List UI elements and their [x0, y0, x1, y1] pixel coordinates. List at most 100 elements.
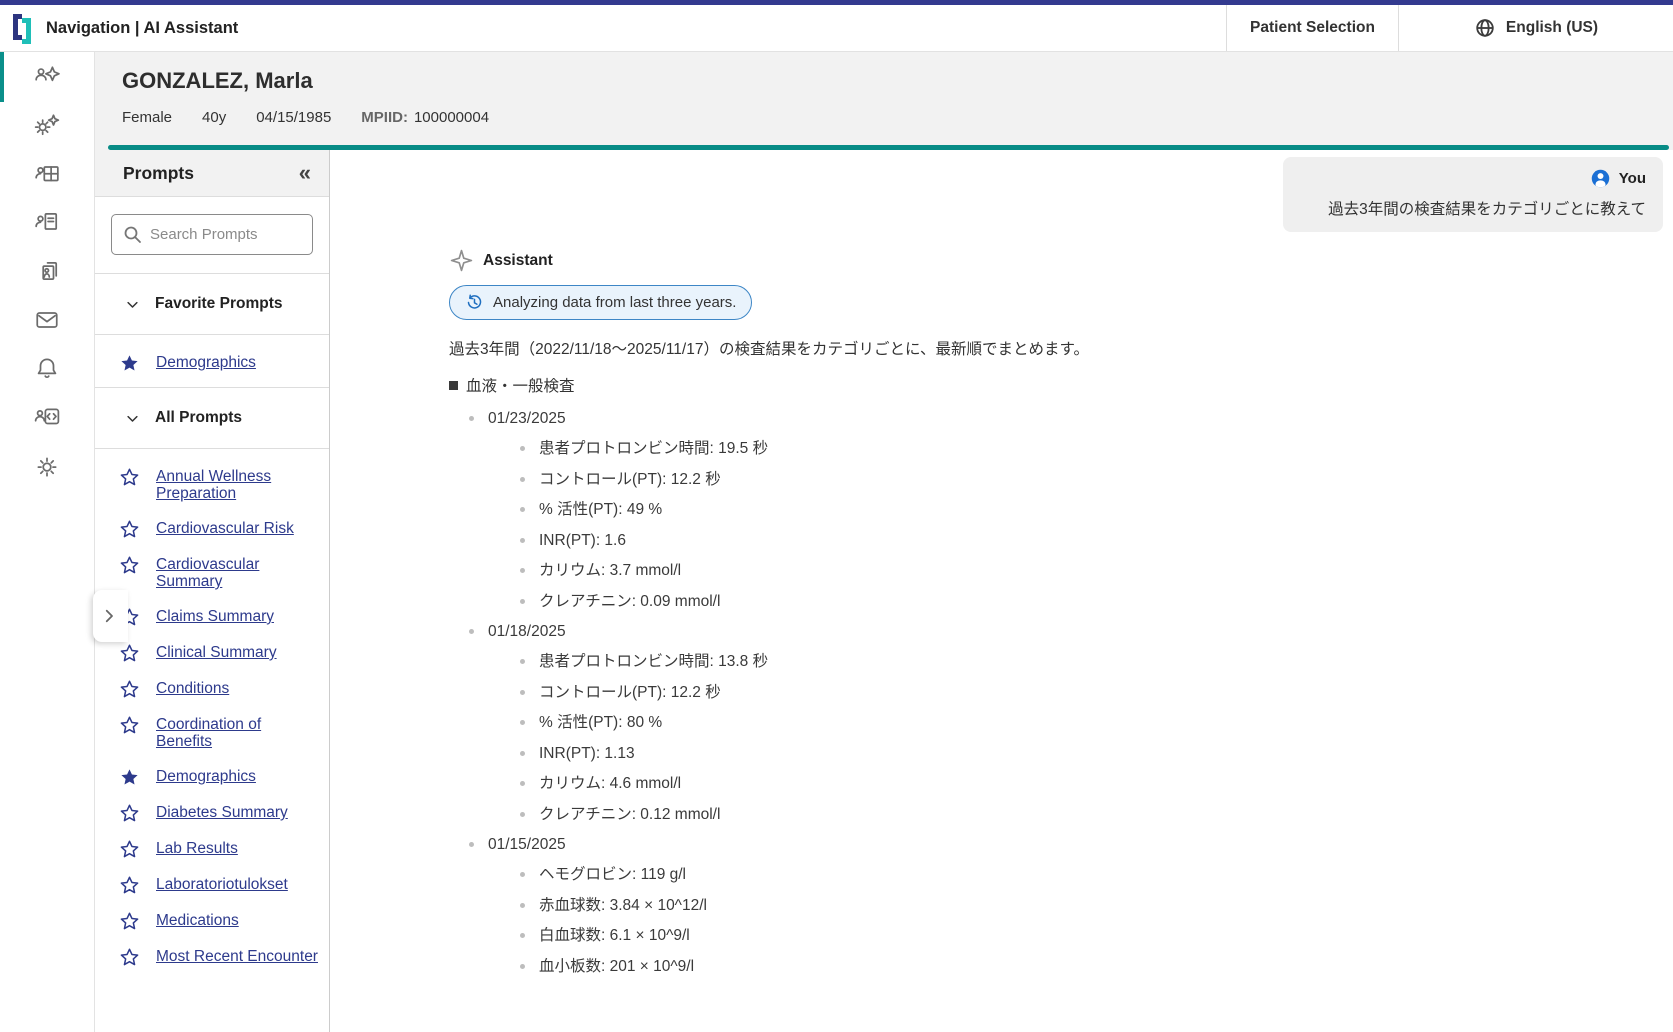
left-icon-rail: [0, 52, 95, 1032]
globe-icon: [1474, 17, 1496, 39]
lab-result-item: 赤血球数: 3.84 × 10^12/l: [520, 896, 1599, 915]
bell-icon: [34, 355, 60, 381]
lab-date-group: 01/23/2025 患者プロトロンビン時間: 19.5 秒 コントロール(PT…: [469, 409, 1599, 611]
patient-records-icon: [34, 258, 60, 284]
prompts-panel: Prompts « Favorite Prompts Demographics: [95, 150, 330, 1032]
active-item-indicator: [0, 52, 4, 102]
prompt-link[interactable]: Clinical Summary: [156, 644, 277, 661]
user-message: You 過去3年間の検査結果をカテゴリごとに教えて: [1283, 157, 1663, 232]
patient-sex: Female: [122, 109, 172, 126]
favorite-star-icon[interactable]: [120, 768, 139, 786]
lab-date: 01/23/2025: [488, 410, 566, 427]
favorite-star-icon[interactable]: [120, 354, 139, 372]
lab-result-item: カリウム: 4.6 mmol/l: [520, 774, 1599, 793]
prompt-link[interactable]: Most Recent Encounter: [156, 948, 318, 965]
prompt-link[interactable]: Annual Wellness Preparation: [156, 468, 319, 502]
sidebar-item-patient-documents[interactable]: [0, 198, 94, 247]
patient-navigator-icon: [34, 63, 60, 89]
favorite-star-icon[interactable]: [120, 912, 139, 930]
prompt-link[interactable]: Laboratoriotulokset: [156, 876, 288, 893]
square-bullet-icon: [449, 381, 458, 390]
patient-selection-label: Patient Selection: [1250, 19, 1375, 37]
lab-result-item: 患者プロトロンビン時間: 19.5 秒: [520, 439, 1599, 458]
favorite-star-icon[interactable]: [120, 840, 139, 858]
favorite-star-icon[interactable]: [120, 468, 139, 486]
sidebar-item-patient-code[interactable]: [0, 393, 94, 442]
sidebar-item-patient-records[interactable]: [0, 247, 94, 296]
favorite-prompts-section-header[interactable]: Favorite Prompts: [95, 274, 329, 335]
prompt-item: Diabetes Summary: [95, 795, 329, 831]
favorite-star-icon[interactable]: [120, 804, 139, 822]
prompt-search-section: [95, 197, 329, 274]
prompt-item: Conditions: [95, 671, 329, 707]
all-prompts-section-header[interactable]: All Prompts: [95, 388, 329, 449]
prompt-item: Annual Wellness Preparation: [95, 459, 329, 511]
lab-results-list: 01/23/2025 患者プロトロンビン時間: 19.5 秒 コントロール(PT…: [449, 409, 1599, 976]
prompt-item: Most Recent Encounter: [95, 939, 329, 975]
lab-result-item: 白血球数: 6.1 × 10^9/l: [520, 926, 1599, 945]
lab-result-item: 血小板数: 201 × 10^9/l: [520, 957, 1599, 976]
prompt-link[interactable]: Demographics: [156, 768, 256, 785]
sidebar-item-automation-settings[interactable]: [0, 101, 94, 150]
sidebar-item-patient-navigator[interactable]: [0, 52, 94, 101]
lab-date-group: 01/18/2025 患者プロトロンビン時間: 13.8 秒 コントロール(PT…: [469, 622, 1599, 824]
prompt-link[interactable]: Demographics: [156, 354, 256, 371]
favorite-star-icon[interactable]: [120, 644, 139, 662]
lab-result-item: クレアチニン: 0.12 mmol/l: [520, 805, 1599, 824]
prompt-link[interactable]: Medications: [156, 912, 239, 929]
history-clock-icon: [465, 293, 484, 312]
language-label: English (US): [1506, 19, 1598, 37]
mpiid-label: MPIID:: [361, 109, 408, 126]
patient-dashboard-icon: [34, 161, 60, 187]
prompt-link[interactable]: Claims Summary: [156, 608, 274, 625]
assistant-intro-text: 過去3年間（2022/11/18～2025/11/17）の検査結果をカテゴリごと…: [449, 337, 1599, 359]
user-message-text: 過去3年間の検査結果をカテゴリごとに教えて: [1300, 197, 1646, 219]
lab-result-item: コントロール(PT): 12.2 秒: [520, 683, 1599, 702]
sidebar-item-mail[interactable]: [0, 295, 94, 344]
content-top-accent: [108, 145, 1669, 150]
favorite-star-icon[interactable]: [120, 876, 139, 894]
expand-panel-button[interactable]: [93, 590, 128, 642]
chat-area: You 過去3年間の検査結果をカテゴリごとに教えて Assistant Anal…: [330, 150, 1673, 1032]
sidebar-item-settings[interactable]: [0, 442, 94, 491]
chevron-down-icon: [125, 411, 140, 426]
sidebar-item-notifications[interactable]: [0, 344, 94, 393]
patient-dob: 04/15/1985: [256, 109, 331, 126]
gear-icon: [34, 453, 60, 479]
favorite-star-icon[interactable]: [120, 948, 139, 966]
lab-result-item: ヘモグロビン: 119 g/l: [520, 865, 1599, 884]
search-icon: [122, 224, 143, 245]
prompt-link[interactable]: Coordination of Benefits: [156, 716, 319, 750]
favorite-star-icon[interactable]: [120, 520, 139, 538]
prompts-panel-header: Prompts «: [95, 150, 329, 197]
prompt-item: Cardiovascular Risk: [95, 511, 329, 547]
prompt-link[interactable]: Lab Results: [156, 840, 238, 857]
lab-result-item: INR(PT): 1.13: [520, 744, 1599, 763]
chevron-right-icon: [100, 607, 118, 625]
favorite-star-icon[interactable]: [120, 680, 139, 698]
sidebar-item-patient-dashboard[interactable]: [0, 149, 94, 198]
automation-settings-icon: [34, 112, 60, 138]
lab-result-item: コントロール(PT): 12.2 秒: [520, 470, 1599, 489]
favorite-star-icon[interactable]: [120, 716, 139, 734]
prompt-link[interactable]: Cardiovascular Risk: [156, 520, 294, 537]
prompt-item: Medications: [95, 903, 329, 939]
favorite-star-icon[interactable]: [120, 556, 139, 574]
favorite-prompts-list: Demographics: [95, 335, 329, 388]
language-selector[interactable]: English (US): [1398, 5, 1673, 51]
patient-age: 40y: [202, 109, 226, 126]
prompt-item: Clinical Summary: [95, 635, 329, 671]
section-label: All Prompts: [155, 409, 242, 427]
prompt-link[interactable]: Cardiovascular Summary: [156, 556, 319, 590]
status-chip-text: Analyzing data from last three years.: [493, 294, 736, 311]
app-logo-icon: [9, 12, 35, 44]
lab-result-item: クレアチニン: 0.09 mmol/l: [520, 592, 1599, 611]
chevron-down-icon: [125, 297, 140, 312]
prompt-link[interactable]: Diabetes Summary: [156, 804, 288, 821]
patient-mpiid: MPIID:100000004: [361, 109, 489, 126]
patient-selection-button[interactable]: Patient Selection: [1226, 5, 1398, 51]
prompt-link[interactable]: Conditions: [156, 680, 229, 697]
patient-banner: GONZALEZ, Marla Female 40y 04/15/1985 MP…: [95, 52, 1673, 150]
collapse-panel-button[interactable]: «: [299, 162, 311, 184]
prompts-title: Prompts: [123, 163, 194, 184]
